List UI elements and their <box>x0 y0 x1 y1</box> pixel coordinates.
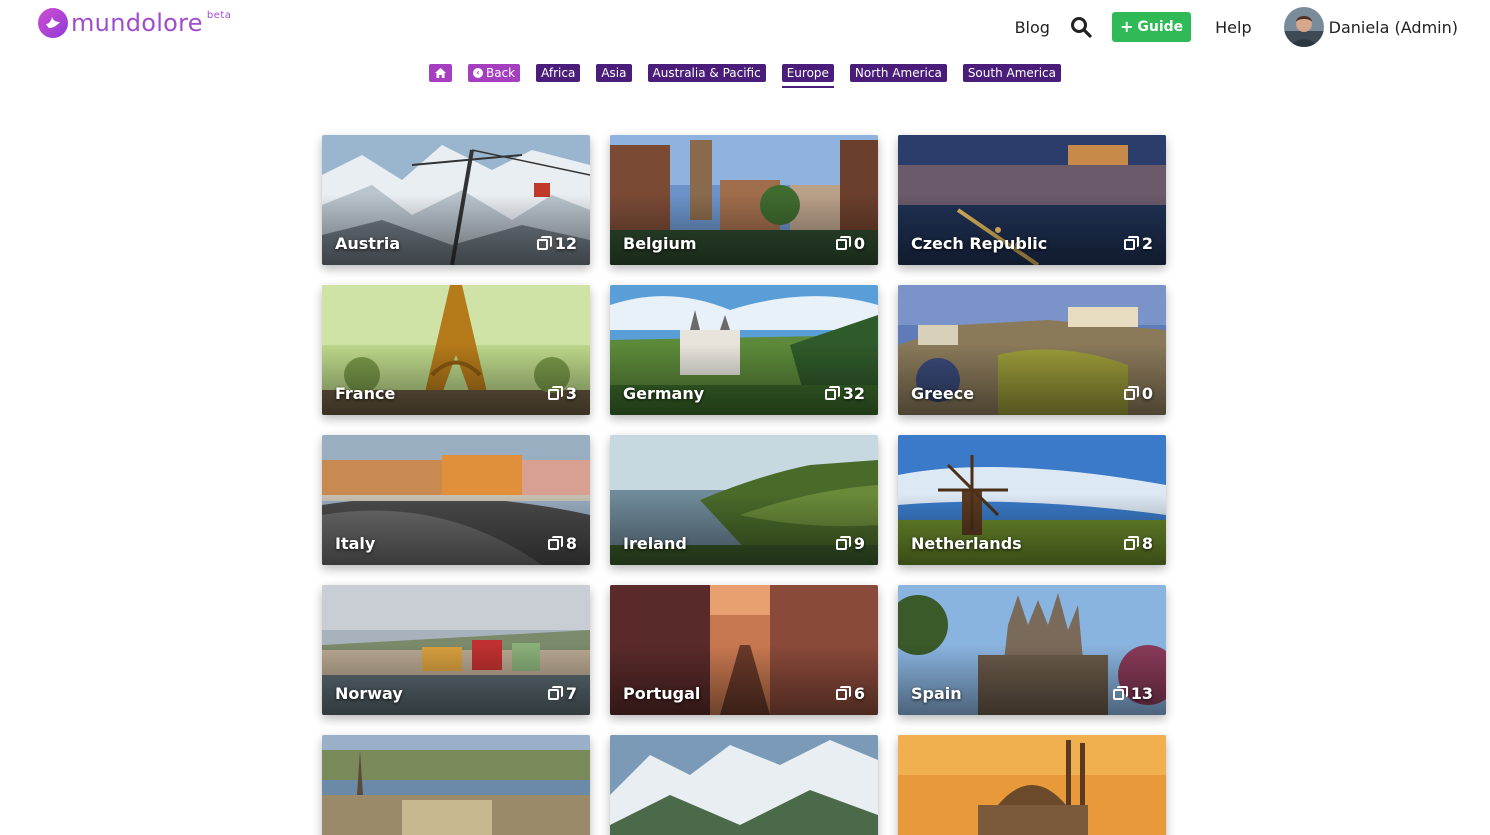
guide-count: 13 <box>1112 684 1153 703</box>
country-card-turkey[interactable] <box>898 735 1166 835</box>
copy-icon <box>1123 236 1139 251</box>
country-card-germany[interactable]: Germany 32 <box>610 285 878 415</box>
guide-count: 9 <box>835 534 865 553</box>
city-photo <box>322 735 590 835</box>
guide-count: 0 <box>835 234 865 253</box>
country-card-austria[interactable]: Austria 12 <box>322 135 590 265</box>
country-name: Germany <box>623 384 705 403</box>
country-card-france[interactable]: France 3 <box>322 285 590 415</box>
copy-icon <box>536 236 552 251</box>
country-name: Spain <box>911 684 962 703</box>
guide-count: 8 <box>1123 534 1153 553</box>
chevron-left-icon: ‹ <box>472 68 483 78</box>
country-card-greece[interactable]: Greece 0 <box>898 285 1166 415</box>
copy-icon <box>547 536 563 551</box>
country-name: Belgium <box>623 234 697 253</box>
copy-icon <box>835 536 851 551</box>
continent-europe[interactable]: Europe <box>781 64 834 82</box>
copy-icon <box>1112 686 1128 701</box>
mosque-photo <box>898 735 1166 835</box>
country-name: Ireland <box>623 534 687 553</box>
country-card-spain[interactable]: Spain 13 <box>898 585 1166 715</box>
avatar[interactable] <box>1283 7 1324 47</box>
home-icon <box>434 68 446 78</box>
guide-count: 2 <box>1123 234 1153 253</box>
guide-count: 0 <box>1123 384 1153 403</box>
country-card-norway[interactable]: Norway 7 <box>322 585 590 715</box>
guide-count: 8 <box>547 534 577 553</box>
country-name: Portugal <box>623 684 701 703</box>
back-button[interactable]: ‹ Back <box>467 64 521 82</box>
copy-icon <box>835 236 851 251</box>
user-name[interactable]: Daniela (Admin) <box>1329 18 1458 37</box>
guide-count: 3 <box>547 384 577 403</box>
continent-south-america[interactable]: South America <box>962 64 1062 82</box>
continent-africa[interactable]: Africa <box>536 64 581 82</box>
continent-asia[interactable]: Asia <box>596 64 632 82</box>
guide-count: 6 <box>835 684 865 703</box>
country-name: France <box>335 384 396 403</box>
guide-count: 12 <box>536 234 577 253</box>
mountain-photo <box>610 735 878 835</box>
country-card-switzerland[interactable] <box>610 735 878 835</box>
back-label: Back <box>485 66 516 80</box>
country-card-belgium[interactable]: Belgium 0 <box>610 135 878 265</box>
guide-button-label: Guide <box>1137 19 1184 35</box>
country-card-czech-republic[interactable]: Czech Republic 2 <box>898 135 1166 265</box>
help-link[interactable]: Help <box>1215 18 1251 37</box>
blog-link[interactable]: Blog <box>1015 18 1050 37</box>
country-card-sweden[interactable] <box>322 735 590 835</box>
continent-north-america[interactable]: North America <box>849 64 947 82</box>
search-icon[interactable] <box>1070 16 1092 38</box>
guide-count: 32 <box>824 384 865 403</box>
country-name: Netherlands <box>911 534 1022 553</box>
guide-count: 7 <box>547 684 577 703</box>
copy-icon <box>547 686 563 701</box>
country-grid: Austria 12 Belgium 0 Czech Republic 2 Fr… <box>322 135 1166 835</box>
mundolore-logo[interactable]: mundolore beta <box>38 8 231 38</box>
country-name: Austria <box>335 234 401 253</box>
continent-australia-pacific[interactable]: Australia & Pacific <box>647 64 766 82</box>
copy-icon <box>1123 386 1139 401</box>
country-name: Italy <box>335 534 376 553</box>
country-card-netherlands[interactable]: Netherlands 8 <box>898 435 1166 565</box>
beta-tag: beta <box>206 10 232 21</box>
country-card-portugal[interactable]: Portugal 6 <box>610 585 878 715</box>
plus-icon: + <box>1119 17 1134 36</box>
copy-icon <box>824 386 840 401</box>
copy-icon <box>1123 536 1139 551</box>
brand-name: mundolore <box>71 9 203 37</box>
home-button[interactable] <box>428 64 452 82</box>
bird-logo-icon <box>38 8 68 38</box>
active-underline <box>781 86 834 88</box>
continent-filter: ‹ Back Africa Asia Australia & Pacific E… <box>0 64 1490 88</box>
country-card-ireland[interactable]: Ireland 9 <box>610 435 878 565</box>
country-card-italy[interactable]: Italy 8 <box>322 435 590 565</box>
country-name: Norway <box>335 684 403 703</box>
country-name: Czech Republic <box>911 234 1048 253</box>
add-guide-button[interactable]: + Guide <box>1111 12 1192 42</box>
country-name: Greece <box>911 384 975 403</box>
copy-icon <box>547 386 563 401</box>
copy-icon <box>835 686 851 701</box>
top-nav: Blog + Guide Help Daniela (Admin) <box>1015 7 1458 47</box>
